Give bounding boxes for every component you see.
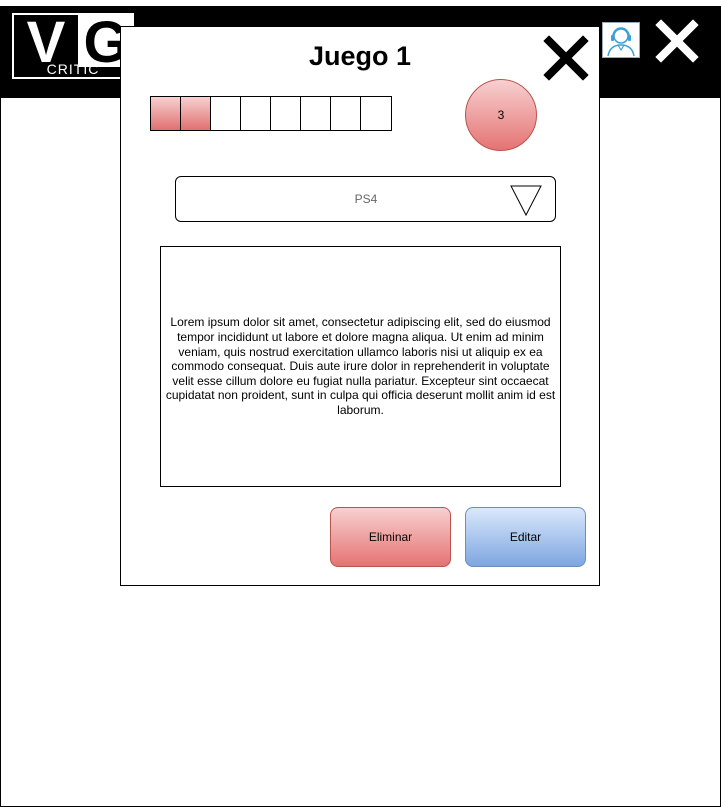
delete-button-label: Eliminar	[368, 530, 413, 544]
logo-subtitle: CRITIC	[46, 61, 100, 77]
rating-segment[interactable]	[151, 97, 181, 130]
user-headset-icon[interactable]	[602, 22, 640, 58]
rating-segment[interactable]	[331, 97, 361, 130]
vgcritic-logo[interactable]: V G CRITIC	[12, 13, 134, 79]
rating-segment[interactable]	[241, 97, 271, 130]
score-badge: 3	[465, 79, 537, 151]
score-value: 3	[497, 108, 505, 122]
modal-title: Juego 1	[308, 41, 412, 71]
rating-segment[interactable]	[301, 97, 331, 130]
edit-button[interactable]: Editar	[465, 507, 586, 567]
logo-letter-v: V	[26, 13, 66, 75]
close-icon	[655, 19, 699, 63]
rating-segment[interactable]	[271, 97, 301, 130]
description-text: Lorem ipsum dolor sit amet, consectetur …	[165, 315, 556, 417]
platform-selected-value: PS4	[354, 192, 378, 206]
delete-button[interactable]: Eliminar	[330, 507, 451, 567]
game-detail-modal: Juego 1 3 PS4 Lorem ipsum dolor sit amet…	[120, 26, 600, 586]
rating-bar[interactable]	[150, 96, 392, 131]
edit-button-label: Editar	[509, 530, 542, 544]
game-description: Lorem ipsum dolor sit amet, consectetur …	[160, 246, 561, 487]
platform-select[interactable]: PS4	[175, 176, 556, 222]
app-close-button[interactable]	[655, 19, 699, 63]
rating-segment[interactable]	[361, 97, 391, 130]
rating-segment[interactable]	[181, 97, 211, 130]
rating-segment[interactable]	[211, 97, 241, 130]
modal-close-button[interactable]	[543, 35, 589, 81]
triangle-down-icon[interactable]	[509, 183, 543, 217]
close-icon	[543, 35, 589, 81]
